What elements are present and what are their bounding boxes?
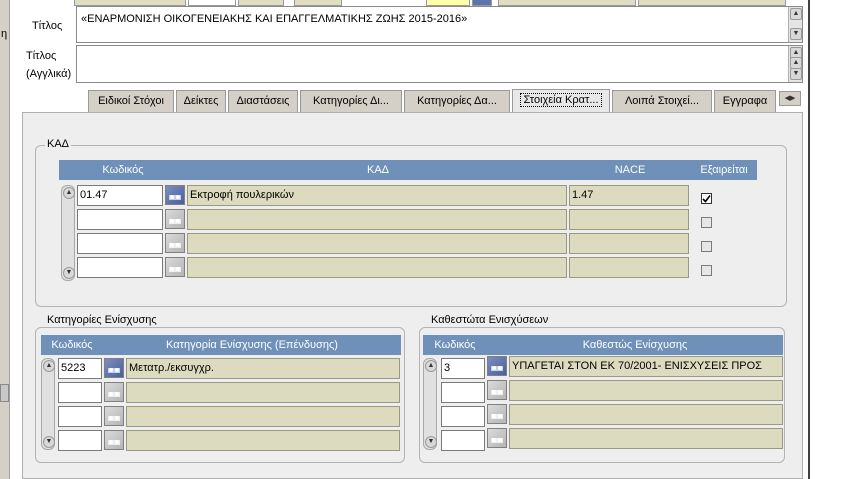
- scroll-up-icon[interactable]: ▲: [63, 187, 75, 199]
- scroll-down-icon[interactable]: ▼: [425, 436, 437, 448]
- list-of-values-icon[interactable]: [487, 404, 507, 424]
- left-edge-button[interactable]: [0, 384, 9, 402]
- title-en-field[interactable]: ▲ ▲ ▼: [76, 45, 803, 83]
- tab-categories-1[interactable]: Κατηγορίες Δι...: [300, 90, 402, 112]
- regime-header-code: Κωδικός: [423, 335, 487, 355]
- support-regimes-legend: Καθεστώτα Ενισχύσεων: [429, 314, 551, 326]
- support-categories-legend: Κατηγορίες Ενίσχυσης: [45, 314, 159, 326]
- list-of-values-icon[interactable]: [487, 380, 507, 400]
- kad-scrollbar[interactable]: ▲ ▼: [61, 185, 75, 281]
- kad-nace-cell: [569, 257, 689, 278]
- tab-indicators[interactable]: Δείκτες: [176, 90, 226, 112]
- kad-code-cell[interactable]: 01.47: [77, 185, 163, 206]
- scroll-up-icon[interactable]: ▲: [43, 360, 55, 372]
- title-field[interactable]: «ΕΝΑΡΜΟΝΙΣΗ ΟΙΚΟΓΕΝΕΙΑΚΗΣ ΚΑΙ ΕΠΑΓΓΕΛΜΑΤ…: [76, 6, 803, 43]
- support-cat-header-code: Κωδικός: [41, 335, 103, 355]
- title-label: Τίτλος: [32, 20, 63, 32]
- right-window-edge: [808, 0, 845, 479]
- regime-scrollbar[interactable]: ▲ ▼: [423, 358, 437, 450]
- list-of-values-icon[interactable]: [165, 233, 185, 253]
- tab-other-data[interactable]: Λοιπά Στοιχεί...: [612, 90, 712, 112]
- kad-header-nace: NACE: [569, 160, 691, 180]
- kad-header-code: Κωδικός: [59, 160, 187, 180]
- title-scrollbar[interactable]: ▲ ▼: [788, 7, 802, 42]
- kad-header-kad: ΚΑΔ: [187, 160, 569, 180]
- kad-code-cell[interactable]: [77, 209, 163, 230]
- list-of-values-icon[interactable]: [104, 358, 124, 378]
- scroll-down-icon[interactable]: ▼: [63, 267, 75, 279]
- kad-nace-cell: [569, 233, 689, 254]
- title-value: «ΕΝΑΡΜΟΝΙΣΗ ΟΙΚΟΓΕΝΕΙΑΚΗΣ ΚΑΙ ΕΠΑΓΓΕΛΜΑΤ…: [81, 13, 468, 25]
- regime-desc-cell: [509, 404, 783, 425]
- list-of-values-icon[interactable]: [165, 209, 185, 229]
- support-cat-desc-cell: [126, 430, 400, 451]
- kad-code-cell[interactable]: [77, 257, 163, 278]
- scroll-down-icon[interactable]: ▼: [43, 436, 55, 448]
- tab-categories-2[interactable]: Κατηγορίες Δα...: [404, 90, 510, 112]
- support-cat-desc-cell: [126, 382, 400, 403]
- regime-desc-cell: [509, 380, 783, 401]
- support-cat-desc-cell: Μετατρ./εκσυγχρ.: [126, 358, 400, 379]
- support-cat-code-cell[interactable]: [58, 382, 102, 403]
- tab-documents[interactable]: Εγγραφα: [714, 90, 776, 112]
- support-cat-scrollbar[interactable]: ▲ ▼: [41, 358, 55, 450]
- title-en-label-line1: Τίτλος: [26, 50, 57, 62]
- kad-excluded-checkbox[interactable]: [701, 193, 712, 204]
- tab-dimensions[interactable]: Διαστάσεις: [228, 90, 298, 112]
- regime-desc-cell: [509, 428, 783, 449]
- support-cat-code-cell[interactable]: [58, 430, 102, 451]
- kad-nace-cell: [569, 209, 689, 230]
- kad-code-cell[interactable]: [77, 233, 163, 254]
- list-of-values-icon[interactable]: [104, 382, 124, 402]
- regime-code-cell[interactable]: 3: [441, 358, 485, 379]
- regime-code-cell[interactable]: [441, 382, 485, 403]
- list-of-values-icon[interactable]: [165, 185, 185, 205]
- kad-header-excluded: Εξαιρείται: [691, 160, 757, 180]
- kad-legend: ΚΑΔ: [45, 138, 72, 150]
- kad-excluded-checkbox[interactable]: [701, 265, 712, 276]
- list-of-values-icon[interactable]: [487, 428, 507, 448]
- tab-scroll-arrows-icon[interactable]: ◀▶: [779, 91, 801, 106]
- kad-desc-cell: [187, 257, 567, 278]
- tab-panel: ΚΑΔ Κωδικός ΚΑΔ NACE Εξαιρείται ▲ ▼ 01.4…: [22, 112, 803, 479]
- list-of-values-icon[interactable]: [104, 406, 124, 426]
- list-of-values-icon[interactable]: [487, 356, 507, 376]
- regime-code-cell[interactable]: [441, 430, 485, 451]
- support-cat-code-cell[interactable]: [58, 406, 102, 427]
- kad-excluded-checkbox[interactable]: [701, 241, 712, 252]
- kad-desc-cell: Εκτροφή πουλερικών: [187, 185, 567, 206]
- tab-specific-goals[interactable]: Ειδικοί Στόχοι: [88, 90, 174, 112]
- support-cat-code-cell[interactable]: 5223: [58, 358, 102, 379]
- support-cat-header-category: Κατηγορία Ενίσχυσης (Επένδυσης): [103, 335, 401, 355]
- support-cat-desc-cell: [126, 406, 400, 427]
- scroll-up-icon[interactable]: ▲: [790, 8, 802, 20]
- left-window-edge: [0, 0, 10, 479]
- tab-state-aid[interactable]: Στοιχεία Κρατ...: [512, 89, 610, 113]
- regime-desc-cell: ΥΠΑΓΕΤΑΙ ΣΤΟΝ ΕΚ 70/2001- ΕΝΙΣΧΥΣΕΙΣ ΠΡΟ…: [509, 356, 783, 377]
- regime-code-cell[interactable]: [441, 406, 485, 427]
- kad-excluded-checkbox[interactable]: [701, 217, 712, 228]
- kad-nace-cell: 1.47: [569, 185, 689, 206]
- left-edge-glyph: η: [1, 28, 8, 40]
- regime-header-regime: Καθεστώς Ενίσχυσης: [487, 335, 783, 355]
- scroll-up-icon[interactable]: ▲: [425, 360, 437, 372]
- list-of-values-icon[interactable]: [165, 257, 185, 277]
- kad-desc-cell: [187, 209, 567, 230]
- title-en-label-line2: (Αγγλικά): [26, 68, 72, 80]
- list-of-values-icon[interactable]: [104, 430, 124, 450]
- scroll-down-icon[interactable]: ▼: [790, 28, 802, 40]
- scroll-down-icon[interactable]: ▼: [790, 68, 802, 80]
- title-en-scrollbar[interactable]: ▲ ▲ ▼: [788, 46, 802, 82]
- kad-desc-cell: [187, 233, 567, 254]
